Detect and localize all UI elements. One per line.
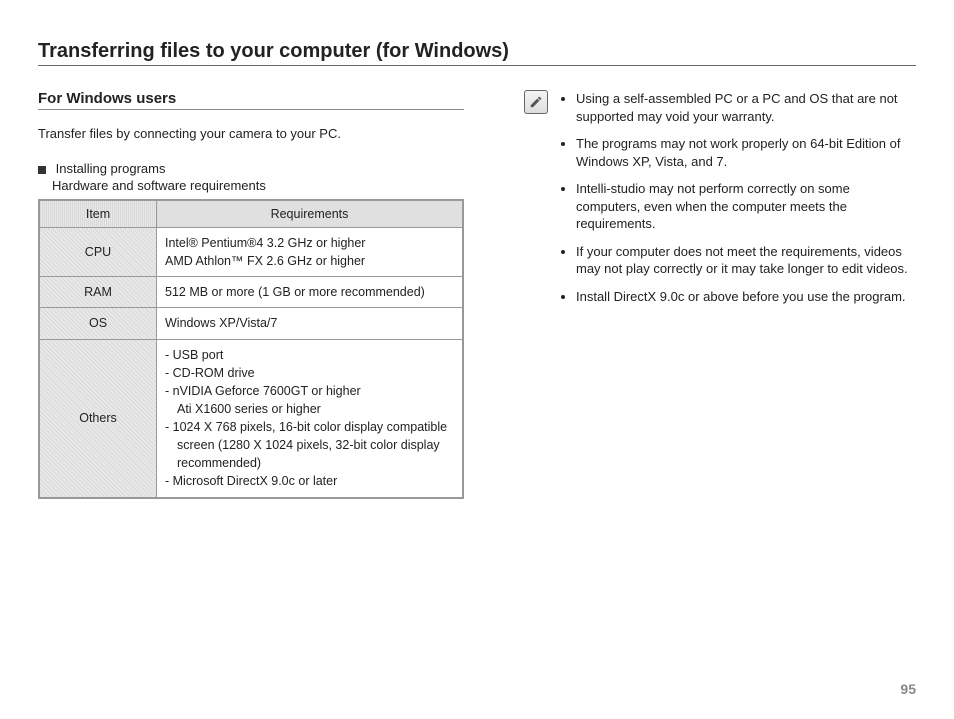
intro-text: Transfer files by connecting your camera… xyxy=(38,126,464,141)
req-line: recommended) xyxy=(165,454,454,472)
req-line: AMD Athlon™ FX 2.6 GHz or higher xyxy=(165,252,454,270)
note-item: Install DirectX 9.0c or above before you… xyxy=(576,288,916,306)
req-line: - Microsoft DirectX 9.0c or later xyxy=(165,472,454,490)
table-cell-req: 512 MB or more (1 GB or more recommended… xyxy=(157,277,464,308)
notes-list: Using a self-assembled PC or a PC and OS… xyxy=(558,90,916,315)
req-line: - USB port xyxy=(165,346,454,364)
table-header-req: Requirements xyxy=(157,200,464,228)
requirements-table: Item Requirements CPUIntel® Pentium®4 3.… xyxy=(38,199,464,499)
note-item: If your computer does not meet the requi… xyxy=(576,243,916,278)
table-row: OS Windows XP/Vista/7 xyxy=(39,308,463,339)
req-line: Intel® Pentium®4 3.2 GHz or higher xyxy=(165,234,454,252)
req-line: - nVIDIA Geforce 7600GT or higher xyxy=(165,382,454,400)
subheading-windows-users: For Windows users xyxy=(38,90,464,110)
req-line: Ati X1600 series or higher xyxy=(165,400,454,418)
table-cell-item: OS xyxy=(39,308,157,339)
square-bullet-icon xyxy=(38,166,46,174)
pencil-icon xyxy=(529,95,543,109)
note-item: The programs may not work properly on 64… xyxy=(576,135,916,170)
note-icon xyxy=(524,90,548,114)
table-row: CPUIntel® Pentium®4 3.2 GHz or higherAMD… xyxy=(39,228,463,277)
section-sublabel-requirements: Hardware and software requirements xyxy=(52,178,464,193)
req-line: 512 MB or more (1 GB or more recommended… xyxy=(165,283,454,301)
req-line: - 1024 X 768 pixels, 16-bit color displa… xyxy=(165,418,454,436)
note-item: Intelli-studio may not perform correctly… xyxy=(576,180,916,233)
page-number: 95 xyxy=(900,681,916,697)
note-item: Using a self-assembled PC or a PC and OS… xyxy=(576,90,916,125)
table-cell-item: RAM xyxy=(39,277,157,308)
table-cell-item: CPU xyxy=(39,228,157,277)
req-line: screen (1280 X 1024 pixels, 32-bit color… xyxy=(165,436,454,454)
section-label-text: Installing programs xyxy=(56,161,166,176)
page-title: Transferring files to your computer (for… xyxy=(38,40,916,66)
table-header-item: Item xyxy=(39,200,157,228)
table-cell-req: - USB port- CD-ROM drive- nVIDIA Geforce… xyxy=(157,339,464,498)
req-line: - CD-ROM drive xyxy=(165,364,454,382)
table-row: Others- USB port- CD-ROM drive- nVIDIA G… xyxy=(39,339,463,498)
section-label-installing: Installing programs xyxy=(38,161,464,176)
table-cell-req: Intel® Pentium®4 3.2 GHz or higherAMD At… xyxy=(157,228,464,277)
table-row: RAM 512 MB or more (1 GB or more recommen… xyxy=(39,277,463,308)
table-cell-item: Others xyxy=(39,339,157,498)
table-cell-req: Windows XP/Vista/7 xyxy=(157,308,464,339)
req-line: Windows XP/Vista/7 xyxy=(165,314,454,332)
